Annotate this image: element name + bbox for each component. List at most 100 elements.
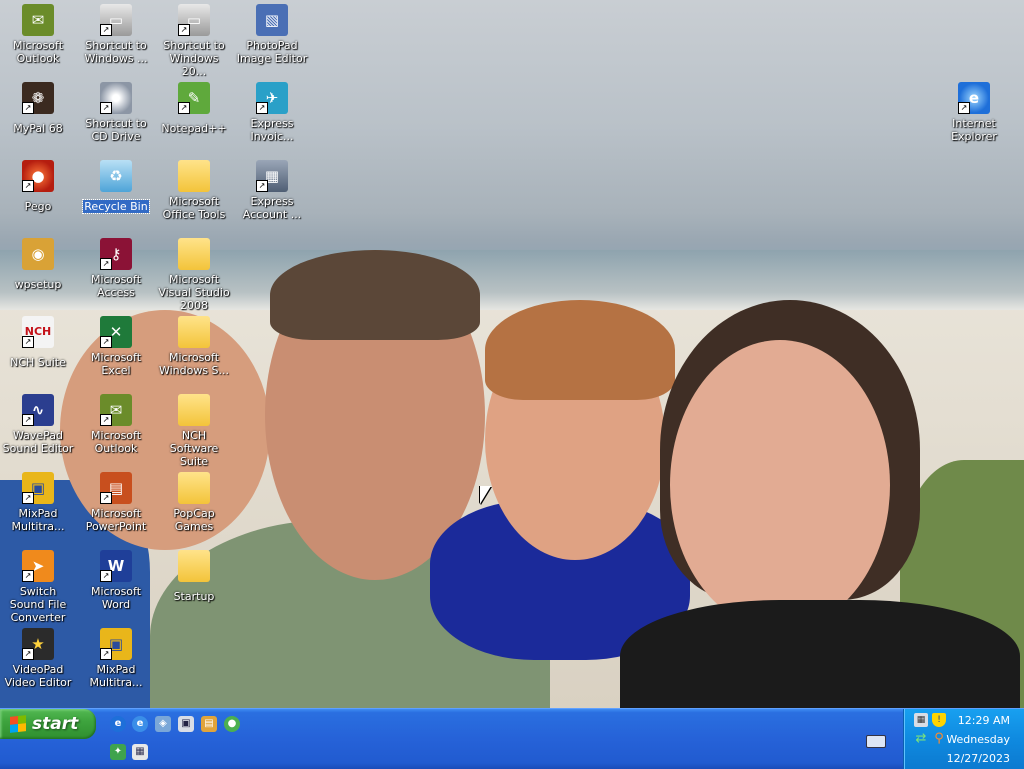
quick-launch-windows[interactable]: ✦ <box>110 744 126 760</box>
start-button[interactable]: start <box>0 709 96 739</box>
folder-icon <box>178 550 210 582</box>
desktop-icon-mypal[interactable]: ❁ ↗ MyPal 68 <box>0 82 76 136</box>
desktop-icon-label: Microsoft Excel <box>90 351 142 377</box>
desktop-icon-label: Startup <box>173 590 215 603</box>
wallpaper-body <box>620 600 1020 708</box>
desktop-icon-shortcut-windows-20[interactable]: ▭ ↗ Shortcut to Windows 20... <box>156 4 232 79</box>
desktop-icon-label: NCH Software Suite <box>169 429 219 468</box>
desktop-icon-mixpad[interactable]: ▣ ↗ MixPad Multitra... <box>0 472 76 534</box>
shortcut-arrow-icon: ↗ <box>256 102 268 114</box>
desktop-icon-wpsetup[interactable]: ◉ wpsetup <box>0 238 76 292</box>
desktop-icon-label: VideoPad Video Editor <box>4 663 72 689</box>
desktop-icon-label: Shortcut to Windows ... <box>84 39 148 65</box>
quick-launch-network[interactable]: ◈ <box>155 716 171 732</box>
sync-icon[interactable]: ⇄ <box>914 732 928 746</box>
desktop-icon-switch[interactable]: ➤ ↗ Switch Sound File Converter <box>0 550 76 625</box>
desktop-icon-access[interactable]: ⚷ ↗ Microsoft Access <box>78 238 154 300</box>
quick-launch-explorer[interactable]: ▦ <box>132 744 148 760</box>
quick-launch-internet-explorer[interactable]: e <box>110 716 126 732</box>
desktop-icon-recycle-bin[interactable]: ♻ Recycle Bin <box>78 160 154 214</box>
clock-date: 12/27/2023 <box>946 752 1010 765</box>
shortcut-arrow-icon: ↗ <box>22 180 34 192</box>
desktop-icon-label: PhotoPad Image Editor <box>236 39 308 65</box>
desktop-icon-mixpad-2[interactable]: ▣ ↗ MixPad Multitra... <box>78 628 154 690</box>
powerpoint-icon: ▤ ↗ <box>100 472 132 504</box>
shortcut-arrow-icon: ↗ <box>22 414 34 426</box>
desktop-icon-startup[interactable]: Startup <box>156 550 232 604</box>
videopad-icon: ★ ↗ <box>22 628 54 660</box>
desktop-icon-label: MixPad Multitra... <box>11 507 65 533</box>
desktop-icon-label: MyPal 68 <box>13 122 63 135</box>
desktop-icon-notepad-plus-plus[interactable]: ✎ ↗ Notepad++ <box>156 82 232 136</box>
wallpaper-hair <box>270 250 480 340</box>
desktop-icon-label: Shortcut to Windows 20... <box>163 39 225 78</box>
shortcut-arrow-icon: ↗ <box>100 648 112 660</box>
quick-launch-control[interactable]: ▤ <box>201 716 217 732</box>
globe-icon: ● <box>227 718 237 729</box>
desktop-icon-outlook-shortcut[interactable]: ✉ ↗ Microsoft Outlook <box>78 394 154 456</box>
window-icon: ▣ <box>181 718 191 729</box>
shortcut-arrow-icon: ↗ <box>958 102 970 114</box>
desktop-icon-label: Shortcut to CD Drive <box>85 117 147 143</box>
desktop-icon-label: wpsetup <box>14 278 62 291</box>
shortcut-arrow-icon: ↗ <box>22 102 34 114</box>
desktop-icon-label: PopCap Games <box>173 507 215 533</box>
keyboard-icon[interactable] <box>866 735 886 748</box>
desktop-icon-word[interactable]: W ↗ Microsoft Word <box>78 550 154 612</box>
desktop-icon-label: Microsoft Office Tools <box>162 195 226 221</box>
mixpad-icon: ▣ ↗ <box>100 628 132 660</box>
desktop-icon-powerpoint[interactable]: ▤ ↗ Microsoft PowerPoint <box>78 472 154 534</box>
quick-launch-ie-alt[interactable]: e <box>132 716 148 732</box>
desktop-icon-wavepad[interactable]: ∿ ↗ WavePad Sound Editor <box>0 394 76 456</box>
access-icon: ⚷ ↗ <box>100 238 132 270</box>
switch-icon: ➤ ↗ <box>22 550 54 582</box>
desktop-icon-excel[interactable]: ✕ ↗ Microsoft Excel <box>78 316 154 378</box>
folder-icon <box>178 238 210 270</box>
mixpad-icon: ▣ ↗ <box>22 472 54 504</box>
shortcut-arrow-icon: ↗ <box>100 570 112 582</box>
explorer-icon: ▦ <box>135 746 145 757</box>
outlook-icon: ✉ ↗ <box>100 394 132 426</box>
desktop-icon-shortcut-windows[interactable]: ▭ ↗ Shortcut to Windows ... <box>78 4 154 66</box>
clock-time[interactable]: 12:29 AM <box>958 714 1010 727</box>
windows-flag-icon: ✦ <box>113 746 123 757</box>
wavepad-icon: ∿ ↗ <box>22 394 54 426</box>
desktop-icon-label: Express Invoic... <box>250 117 294 143</box>
shortcut-arrow-icon: ↗ <box>100 24 112 36</box>
desktop-icon-nch-suite[interactable]: NCH ↗ NCH Suite <box>0 316 76 370</box>
desktop-icon-shortcut-cd-drive[interactable]: ↗ Shortcut to CD Drive <box>78 82 154 144</box>
shortcut-arrow-icon: ↗ <box>22 570 34 582</box>
desktop-icon-outlook[interactable]: ✉ Microsoft Outlook <box>0 4 76 66</box>
desktop-icon-visual-studio[interactable]: Microsoft Visual Studio 2008 <box>156 238 232 313</box>
desktop-icon-office-tools[interactable]: Microsoft Office Tools <box>156 160 232 222</box>
desktop-icon-label: NCH Suite <box>10 356 66 369</box>
desktop-icon-internet-explorer[interactable]: e ↗ Internet Explorer <box>936 82 1012 144</box>
desktop-icon-photopad[interactable]: ▧ PhotoPad Image Editor <box>234 4 310 66</box>
quick-launch-window[interactable]: ▣ <box>178 716 194 732</box>
desktop-icon-nch-software-suite[interactable]: NCH Software Suite <box>156 394 232 469</box>
mouse-cursor-icon <box>480 486 491 504</box>
desktop-icon-express-invoice[interactable]: ✈ ↗ Express Invoic... <box>234 82 310 144</box>
internet-explorer-icon: e <box>114 718 122 729</box>
desktop-icon-label: Microsoft Word <box>90 585 142 611</box>
desktop-icon-label: Microsoft PowerPoint <box>85 507 147 533</box>
ie-alt-icon: e <box>136 718 144 729</box>
desktop-icon-windows-s[interactable]: Microsoft Windows S... <box>156 316 232 378</box>
shortcut-arrow-icon: ↗ <box>100 414 112 426</box>
search-icon[interactable]: ⚲ <box>932 732 946 746</box>
desktop-icon-label: WavePad Sound Editor <box>2 429 74 455</box>
network-icon: ◈ <box>159 718 167 729</box>
desktop-icon-express-accounts[interactable]: ▦ ↗ Express Account ... <box>234 160 310 222</box>
desktop-icon-popcap-games[interactable]: PopCap Games <box>156 472 232 534</box>
shortcut-arrow-icon: ↗ <box>100 102 112 114</box>
shortcut-arrow-icon: ↗ <box>22 648 34 660</box>
pego-icon: ● ↗ <box>22 160 54 192</box>
photopad-icon: ▧ <box>256 4 288 36</box>
security-shield-icon[interactable]: ! <box>932 713 946 727</box>
calculator-tray-icon[interactable]: ▦ <box>914 713 928 727</box>
desktop-icon-videopad[interactable]: ★ ↗ VideoPad Video Editor <box>0 628 76 690</box>
desktop[interactable]: ✉ Microsoft Outlook ❁ ↗ MyPal 68 ● ↗ Pego … <box>0 0 1024 708</box>
quick-launch-globe[interactable]: ● <box>224 716 240 732</box>
desktop-icon-pego[interactable]: ● ↗ Pego <box>0 160 76 214</box>
start-label: start <box>32 714 79 734</box>
